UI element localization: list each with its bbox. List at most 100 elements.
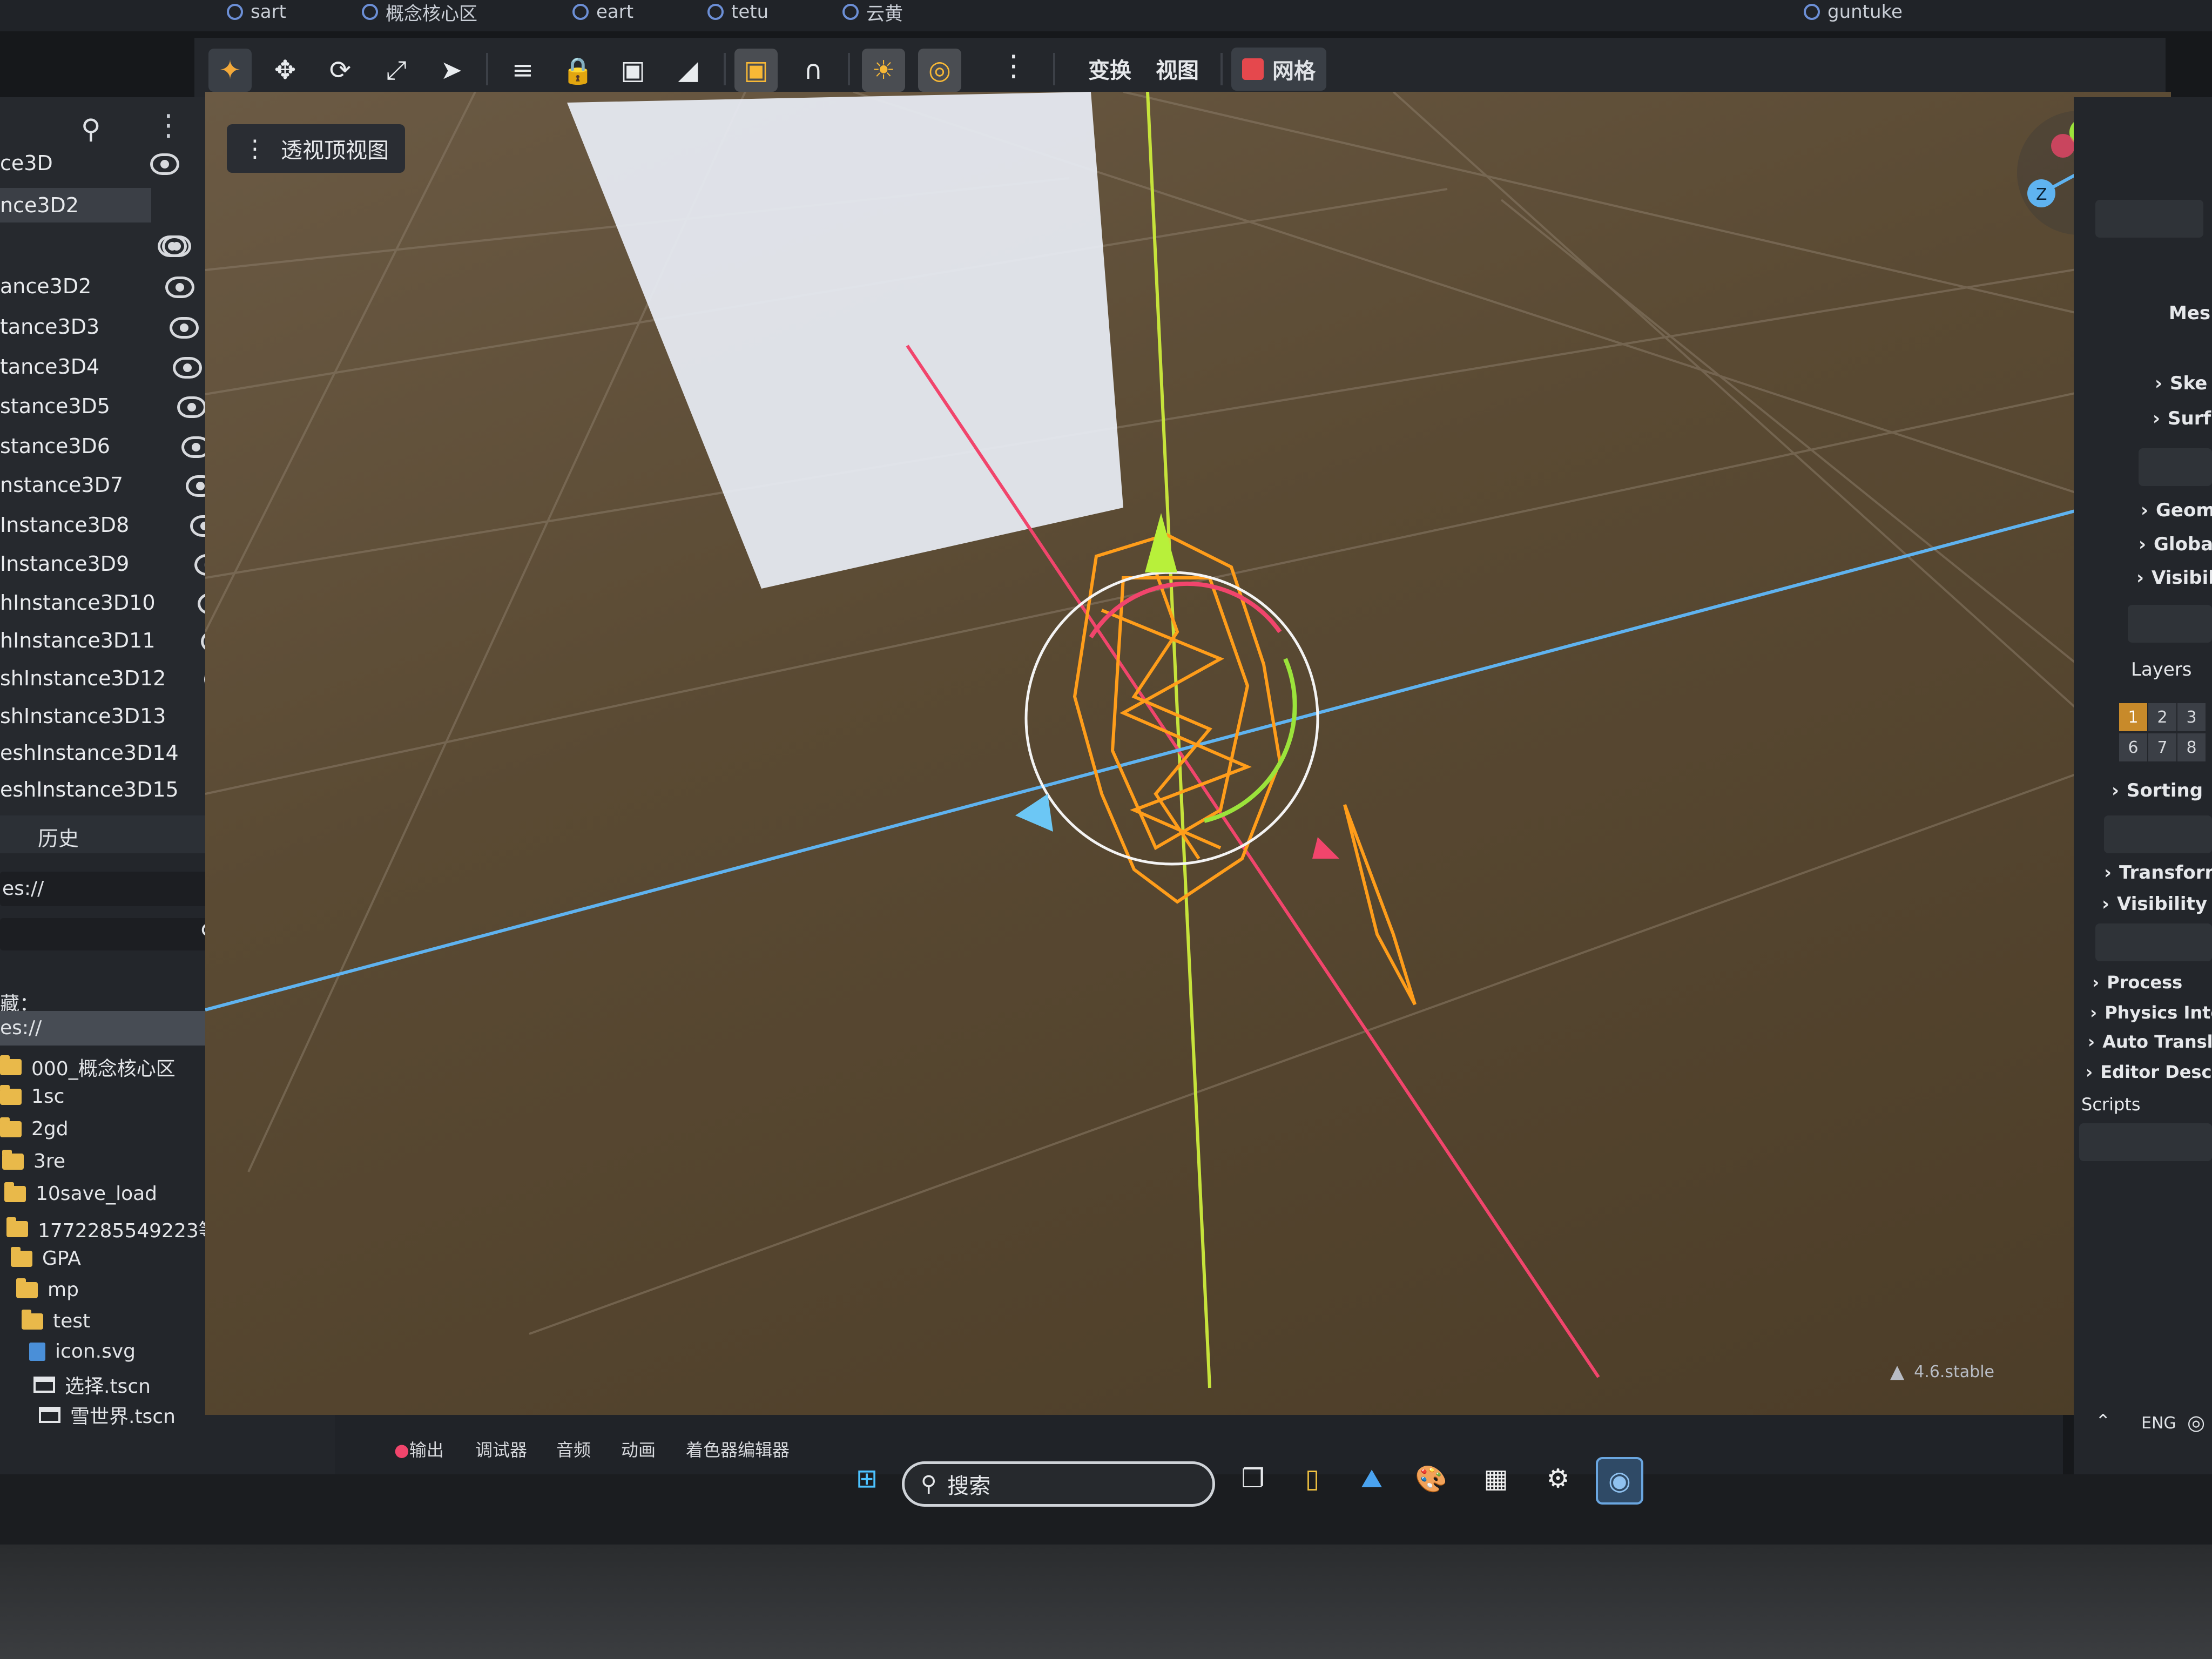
folder-item[interactable]: mp — [16, 1278, 79, 1301]
folder-item[interactable]: 3re — [2, 1149, 65, 1172]
scene-tab[interactable]: tetu — [707, 0, 768, 24]
taskbar-search-box[interactable]: ⚲ 搜索 — [902, 1461, 1215, 1507]
folder-item[interactable]: 2gd — [0, 1117, 69, 1140]
list-select-icon[interactable]: ➤ — [430, 49, 473, 92]
visibility-eye-icon[interactable] — [165, 276, 194, 298]
scene-tab[interactable]: guntuke — [1804, 0, 1903, 24]
visibility-eye-icon[interactable] — [150, 153, 179, 175]
tree-item[interactable]: stance3D6 — [0, 429, 221, 463]
folder-item[interactable]: 1sc — [0, 1084, 64, 1108]
tree-item[interactable]: tance3D4 — [0, 349, 221, 384]
folder-item[interactable]: 000_概念核心区 — [0, 1053, 176, 1081]
move-y-arrow[interactable] — [1145, 513, 1177, 572]
rotate-mode-icon[interactable]: ⟳ — [319, 49, 362, 92]
filter-input[interactable] — [0, 918, 232, 950]
history-tab[interactable]: 历史 — [38, 822, 79, 852]
tree-item[interactable]: nstance3D7 — [0, 468, 221, 502]
snap-list-icon[interactable]: ≡ — [501, 49, 544, 92]
tree-item[interactable]: ance3D2 — [0, 269, 221, 304]
scale-mode-icon[interactable]: ⤢ — [375, 49, 418, 92]
move-z-arrow[interactable] — [1015, 794, 1053, 832]
tree-item[interactable]: shInstance3D12 — [0, 661, 233, 696]
inspector-field[interactable] — [2128, 605, 2212, 643]
script-field[interactable] — [2079, 1123, 2212, 1161]
tray-chevron-up-icon[interactable]: ⌃ — [2095, 1411, 2111, 1432]
inspector-field[interactable] — [2095, 923, 2212, 961]
more-options-icon[interactable]: ⋮ — [999, 49, 1028, 83]
settings-gear-icon[interactable]: ⚙ — [1536, 1457, 1580, 1500]
lock-icon[interactable]: 🔒 — [556, 49, 599, 92]
scene-tab[interactable]: 云黄 — [842, 0, 903, 25]
sun-preview-icon[interactable]: ☀ — [862, 49, 905, 92]
photos-icon[interactable]: ⛰ — [1350, 1457, 1393, 1500]
tree-item[interactable]: ce3D — [0, 146, 221, 180]
tree-item[interactable]: eshInstance3D14 — [0, 736, 240, 770]
tree-item-selected[interactable]: nce3D2 — [0, 188, 151, 222]
layer-toggle[interactable]: 7 — [2147, 732, 2177, 763]
terminal-icon[interactable]: ▦ — [1474, 1457, 1518, 1500]
section-global-illumination[interactable]: › Globa — [2139, 534, 2212, 555]
section-visibility[interactable]: › Visibility — [2102, 893, 2207, 915]
folder-item[interactable]: 10save_load — [4, 1182, 157, 1205]
section-editor-description[interactable]: ›Editor Descrip — [2086, 1062, 2212, 1082]
tree-item[interactable]: hInstance3D11 — [0, 623, 230, 658]
tree-item[interactable]: shInstance3D13 — [0, 699, 237, 733]
ruler-icon[interactable]: ◢ — [666, 49, 710, 92]
tree-item[interactable]: tance3D3 — [0, 309, 221, 344]
layer-toggle[interactable]: 2 — [2147, 702, 2177, 732]
inspector-field[interactable] — [2095, 200, 2203, 238]
visibility-eye-icon[interactable] — [162, 235, 191, 257]
visibility-eye-icon[interactable] — [170, 317, 199, 339]
group-icon[interactable]: ▣ — [611, 49, 655, 92]
section-skeleton[interactable]: › Ske — [2155, 373, 2207, 394]
environment-preview-icon[interactable]: ◎ — [918, 49, 961, 92]
folder-item[interactable]: test — [22, 1309, 90, 1332]
tree-item[interactable]: stance3D5 — [0, 389, 221, 423]
godot-app-icon[interactable]: ◉ — [1596, 1457, 1643, 1505]
scene-tab[interactable]: 概念核心区 — [362, 0, 477, 25]
view-menu-button[interactable]: ⋮ 透视顶视图 — [227, 124, 405, 173]
tree-item[interactable] — [0, 227, 221, 261]
audio-tab[interactable]: 音频 — [556, 1437, 591, 1461]
local-space-icon[interactable]: ▣ — [734, 49, 778, 92]
windows-start-icon[interactable]: ⊞ — [845, 1457, 888, 1500]
network-globe-icon[interactable]: ◎ — [2187, 1411, 2205, 1434]
output-tab[interactable]: ●输出 — [394, 1437, 444, 1461]
inspector-field[interactable] — [2139, 448, 2212, 486]
layer-toggle[interactable]: 8 — [2176, 732, 2207, 763]
paint-icon[interactable]: 🎨 — [1410, 1457, 1453, 1500]
section-sorting[interactable]: › Sorting — [2112, 780, 2203, 801]
debugger-tab[interactable]: 调试器 — [475, 1437, 527, 1461]
snap-icon[interactable]: ∩ — [792, 49, 835, 92]
section-transform[interactable]: ›Transform — [2104, 862, 2212, 884]
inspector-field[interactable] — [2104, 815, 2212, 853]
file-item[interactable]: icon.svg — [29, 1340, 136, 1363]
animation-tab[interactable]: 动画 — [621, 1437, 656, 1461]
view-menu[interactable]: 视图 — [1156, 53, 1199, 84]
tree-item[interactable]: Instance3D8 — [0, 508, 221, 542]
grid-menu-button[interactable]: 网格 — [1231, 48, 1326, 91]
select-mode-icon[interactable]: ✦ — [208, 49, 252, 92]
section-surface[interactable]: › Surf — [2153, 408, 2211, 429]
section-auto-translate[interactable]: ›Auto Translat — [2088, 1031, 2212, 1052]
language-indicator[interactable]: ENG — [2141, 1414, 2176, 1433]
visibility-eye-icon[interactable] — [177, 396, 206, 418]
visibility-eye-icon[interactable] — [173, 357, 202, 379]
tree-item[interactable]: Instance3D9 — [0, 547, 224, 581]
layer-toggle[interactable]: 3 — [2176, 702, 2207, 732]
folder-item[interactable]: GPA — [11, 1246, 81, 1270]
file-item[interactable]: 选择.tscn — [33, 1371, 151, 1399]
3d-viewport[interactable]: Y Z X — [205, 92, 2171, 1415]
move-x-arrow[interactable] — [1312, 837, 1339, 859]
move-mode-icon[interactable]: ✥ — [264, 49, 307, 92]
task-view-icon[interactable]: ❐ — [1231, 1457, 1274, 1500]
section-physics-interpolation[interactable]: › Physics Inte — [2090, 1002, 2212, 1023]
layer-toggle[interactable]: 6 — [2118, 732, 2148, 763]
tree-item[interactable]: hInstance3D10 — [0, 585, 227, 620]
path-field[interactable]: es:// — [0, 872, 232, 906]
transform-menu[interactable]: 变换 — [1088, 53, 1131, 84]
layer-toggle[interactable]: 1 — [2118, 702, 2148, 732]
scene-tab[interactable]: eart — [572, 0, 633, 24]
section-geometry[interactable]: › Geom — [2141, 500, 2212, 521]
section-process[interactable]: › Process — [2092, 972, 2182, 993]
